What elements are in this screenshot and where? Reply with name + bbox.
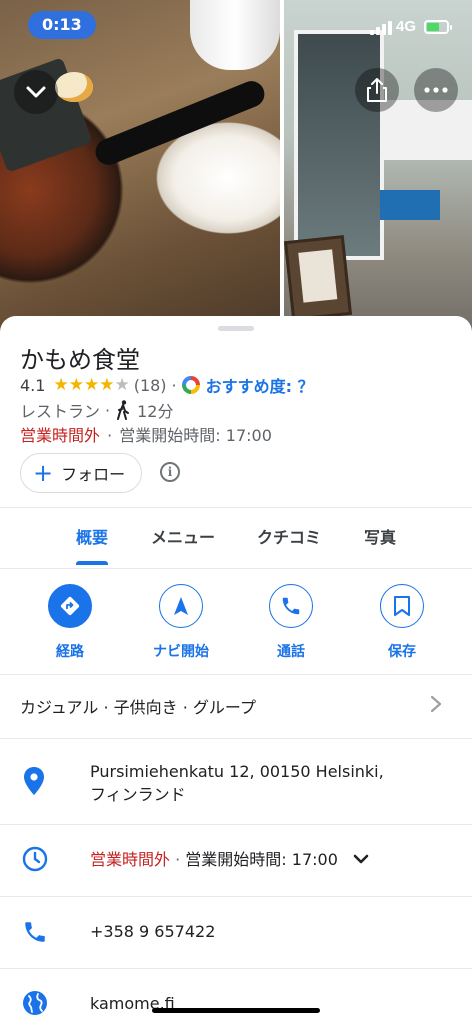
signal-icon (370, 21, 392, 35)
more-options-button[interactable] (414, 68, 458, 112)
star-filled-icon: ★ (53, 374, 69, 395)
place-sheet: かもめ食堂 4.1 ★ ★ ★ ★ ★ (18) · おすすめ度: ？ レストラン · … (0, 316, 472, 1024)
network-type: 4G (396, 18, 417, 35)
attributes-text: カジュアル · 子供向き · グループ (20, 698, 256, 717)
rating-row: 4.1 ★ ★ ★ ★ ★ (18) · おすすめ度: ？ (20, 373, 314, 397)
call-button[interactable]: 通話 (251, 584, 331, 661)
share-button[interactable] (355, 68, 399, 112)
globe-icon (23, 991, 47, 1015)
chevron-right-icon (430, 695, 442, 713)
phone-number: +358 9 657422 (90, 922, 216, 941)
location-pin-icon (24, 767, 44, 795)
walk-time: 12分 (137, 402, 174, 421)
phone-icon (282, 597, 300, 615)
save-button[interactable]: 保存 (362, 584, 442, 661)
share-icon (367, 78, 387, 102)
attributes-row[interactable]: カジュアル · 子供向き · グループ (0, 674, 472, 738)
directions-icon (60, 596, 80, 616)
chevron-down-icon[interactable] (352, 852, 370, 866)
closed-status: 営業時間外 (20, 426, 101, 445)
google-logo-icon (181, 376, 200, 394)
more-horizontal-icon (424, 87, 448, 93)
storefront-photo[interactable] (283, 0, 472, 340)
hours-row[interactable]: 営業時間外 · 営業開始時間: 17:00 (0, 824, 472, 896)
address-text: Pursimiehenkatu 12, 00150 Helsinki, フィンラ… (90, 762, 384, 804)
food-photo[interactable] (0, 0, 280, 340)
battery-icon (424, 20, 452, 34)
tab-overview[interactable]: 概要 (62, 508, 122, 568)
follow-button[interactable]: + フォロー (20, 453, 143, 493)
place-title: かもめ食堂 (20, 346, 140, 374)
opening-time: 営業開始時間: 17:00 (119, 426, 272, 445)
tab-indicator (76, 561, 108, 565)
category-row: レストラン · 12分 (20, 398, 173, 422)
phone-icon (25, 922, 45, 942)
collapse-button[interactable] (14, 70, 58, 114)
clock-icon (22, 846, 48, 872)
review-count[interactable]: (18) (134, 376, 167, 395)
photo-header[interactable] (0, 0, 472, 340)
navigation-icon (174, 597, 188, 615)
follow-label: フォロー (61, 465, 126, 484)
address-row[interactable]: Pursimiehenkatu 12, 00150 Helsinki, フィンラ… (0, 738, 472, 824)
start-navigation-button[interactable]: ナビ開始 (141, 584, 221, 661)
info-icon[interactable]: i (160, 462, 180, 482)
tab-reviews[interactable]: クチコミ (244, 508, 334, 568)
directions-button[interactable]: 経路 (30, 584, 110, 661)
tab-photos[interactable]: 写真 (352, 508, 408, 568)
bookmark-icon (394, 596, 410, 616)
hours-detail: 営業開始時間: 17:00 (185, 850, 338, 869)
plus-icon: + (33, 459, 54, 487)
hours-status: 営業時間外 (90, 850, 171, 869)
star-filled-icon: ★ (68, 374, 84, 395)
recommend-link[interactable]: おすすめ度: ？ (206, 373, 314, 397)
tab-bar: 概要 メニュー クチコミ 写真 (0, 508, 472, 568)
status-time[interactable]: 0:13 (28, 11, 96, 39)
action-bar: 経路 ナビ開始 通話 保存 (0, 584, 472, 674)
star-filled-icon: ★ (99, 374, 115, 395)
home-indicator[interactable] (152, 1008, 320, 1013)
star-filled-icon: ★ (83, 374, 100, 395)
rating-stars: ★ ★ ★ ★ ★ (53, 374, 130, 395)
category-label: レストラン (20, 402, 101, 421)
tab-menu[interactable]: メニュー (138, 508, 228, 568)
chevron-down-icon (26, 86, 46, 98)
walking-icon (117, 400, 130, 420)
rating-value: 4.1 (20, 375, 46, 395)
phone-row[interactable]: +358 9 657422 (0, 896, 472, 968)
star-empty-icon: ★ (114, 374, 130, 395)
drag-handle[interactable] (218, 326, 254, 331)
website-row[interactable]: kamome.fi (0, 968, 472, 1024)
hours-summary: 営業時間外 · 営業開始時間: 17:00 (20, 426, 272, 445)
